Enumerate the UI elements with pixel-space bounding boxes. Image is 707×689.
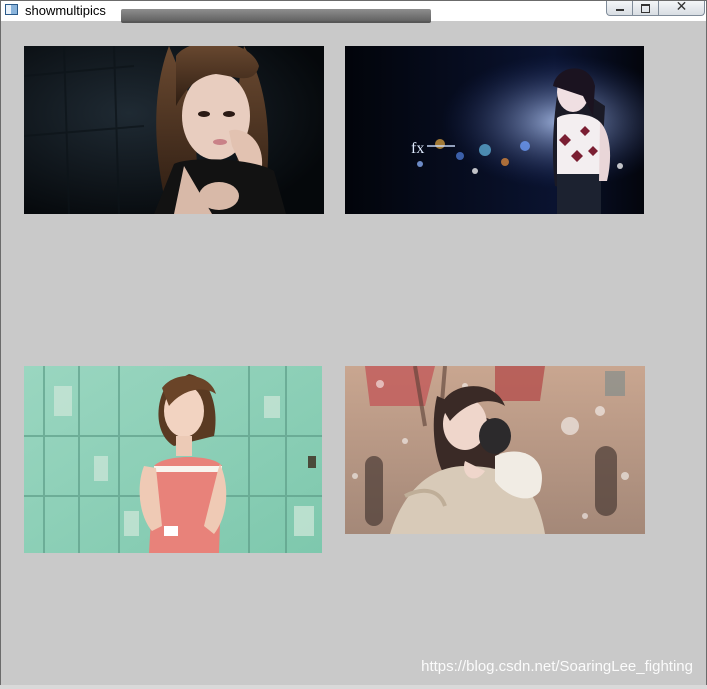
close-icon: ✕: [675, 0, 688, 15]
close-button[interactable]: ✕: [659, 0, 705, 16]
image-tile-2: fx: [345, 46, 644, 214]
image-canvas: fx https://blog.csdn.net/SoaringLee_figh…: [5, 25, 703, 685]
winter-earmuffs-portrait-photo: [345, 366, 645, 534]
dark-portrait-photo: [24, 46, 324, 214]
minimize-button[interactable]: [606, 1, 633, 16]
taskbar-edge: [0, 685, 707, 689]
window-title: showmultipics: [25, 3, 106, 18]
background-taskbar-strip: [121, 9, 431, 23]
window-app-icon[interactable]: [5, 4, 18, 15]
image-tile-1: [24, 46, 324, 214]
night-city-portrait-photo: fx: [345, 46, 644, 214]
watermark-text: https://blog.csdn.net/SoaringLee_fightin…: [421, 658, 693, 675]
title-bar[interactable]: showmultipics ✕: [1, 0, 706, 23]
teal-wall-portrait-photo: [24, 366, 322, 553]
image-tile-4: [345, 366, 645, 534]
maximize-button[interactable]: [633, 1, 659, 16]
app-window: showmultipics ✕ fx https://blog.csdn.net…: [0, 0, 707, 689]
image-tile-3: [24, 366, 322, 553]
svg-text:fx: fx: [411, 140, 424, 157]
caption-buttons: ✕: [606, 0, 705, 17]
